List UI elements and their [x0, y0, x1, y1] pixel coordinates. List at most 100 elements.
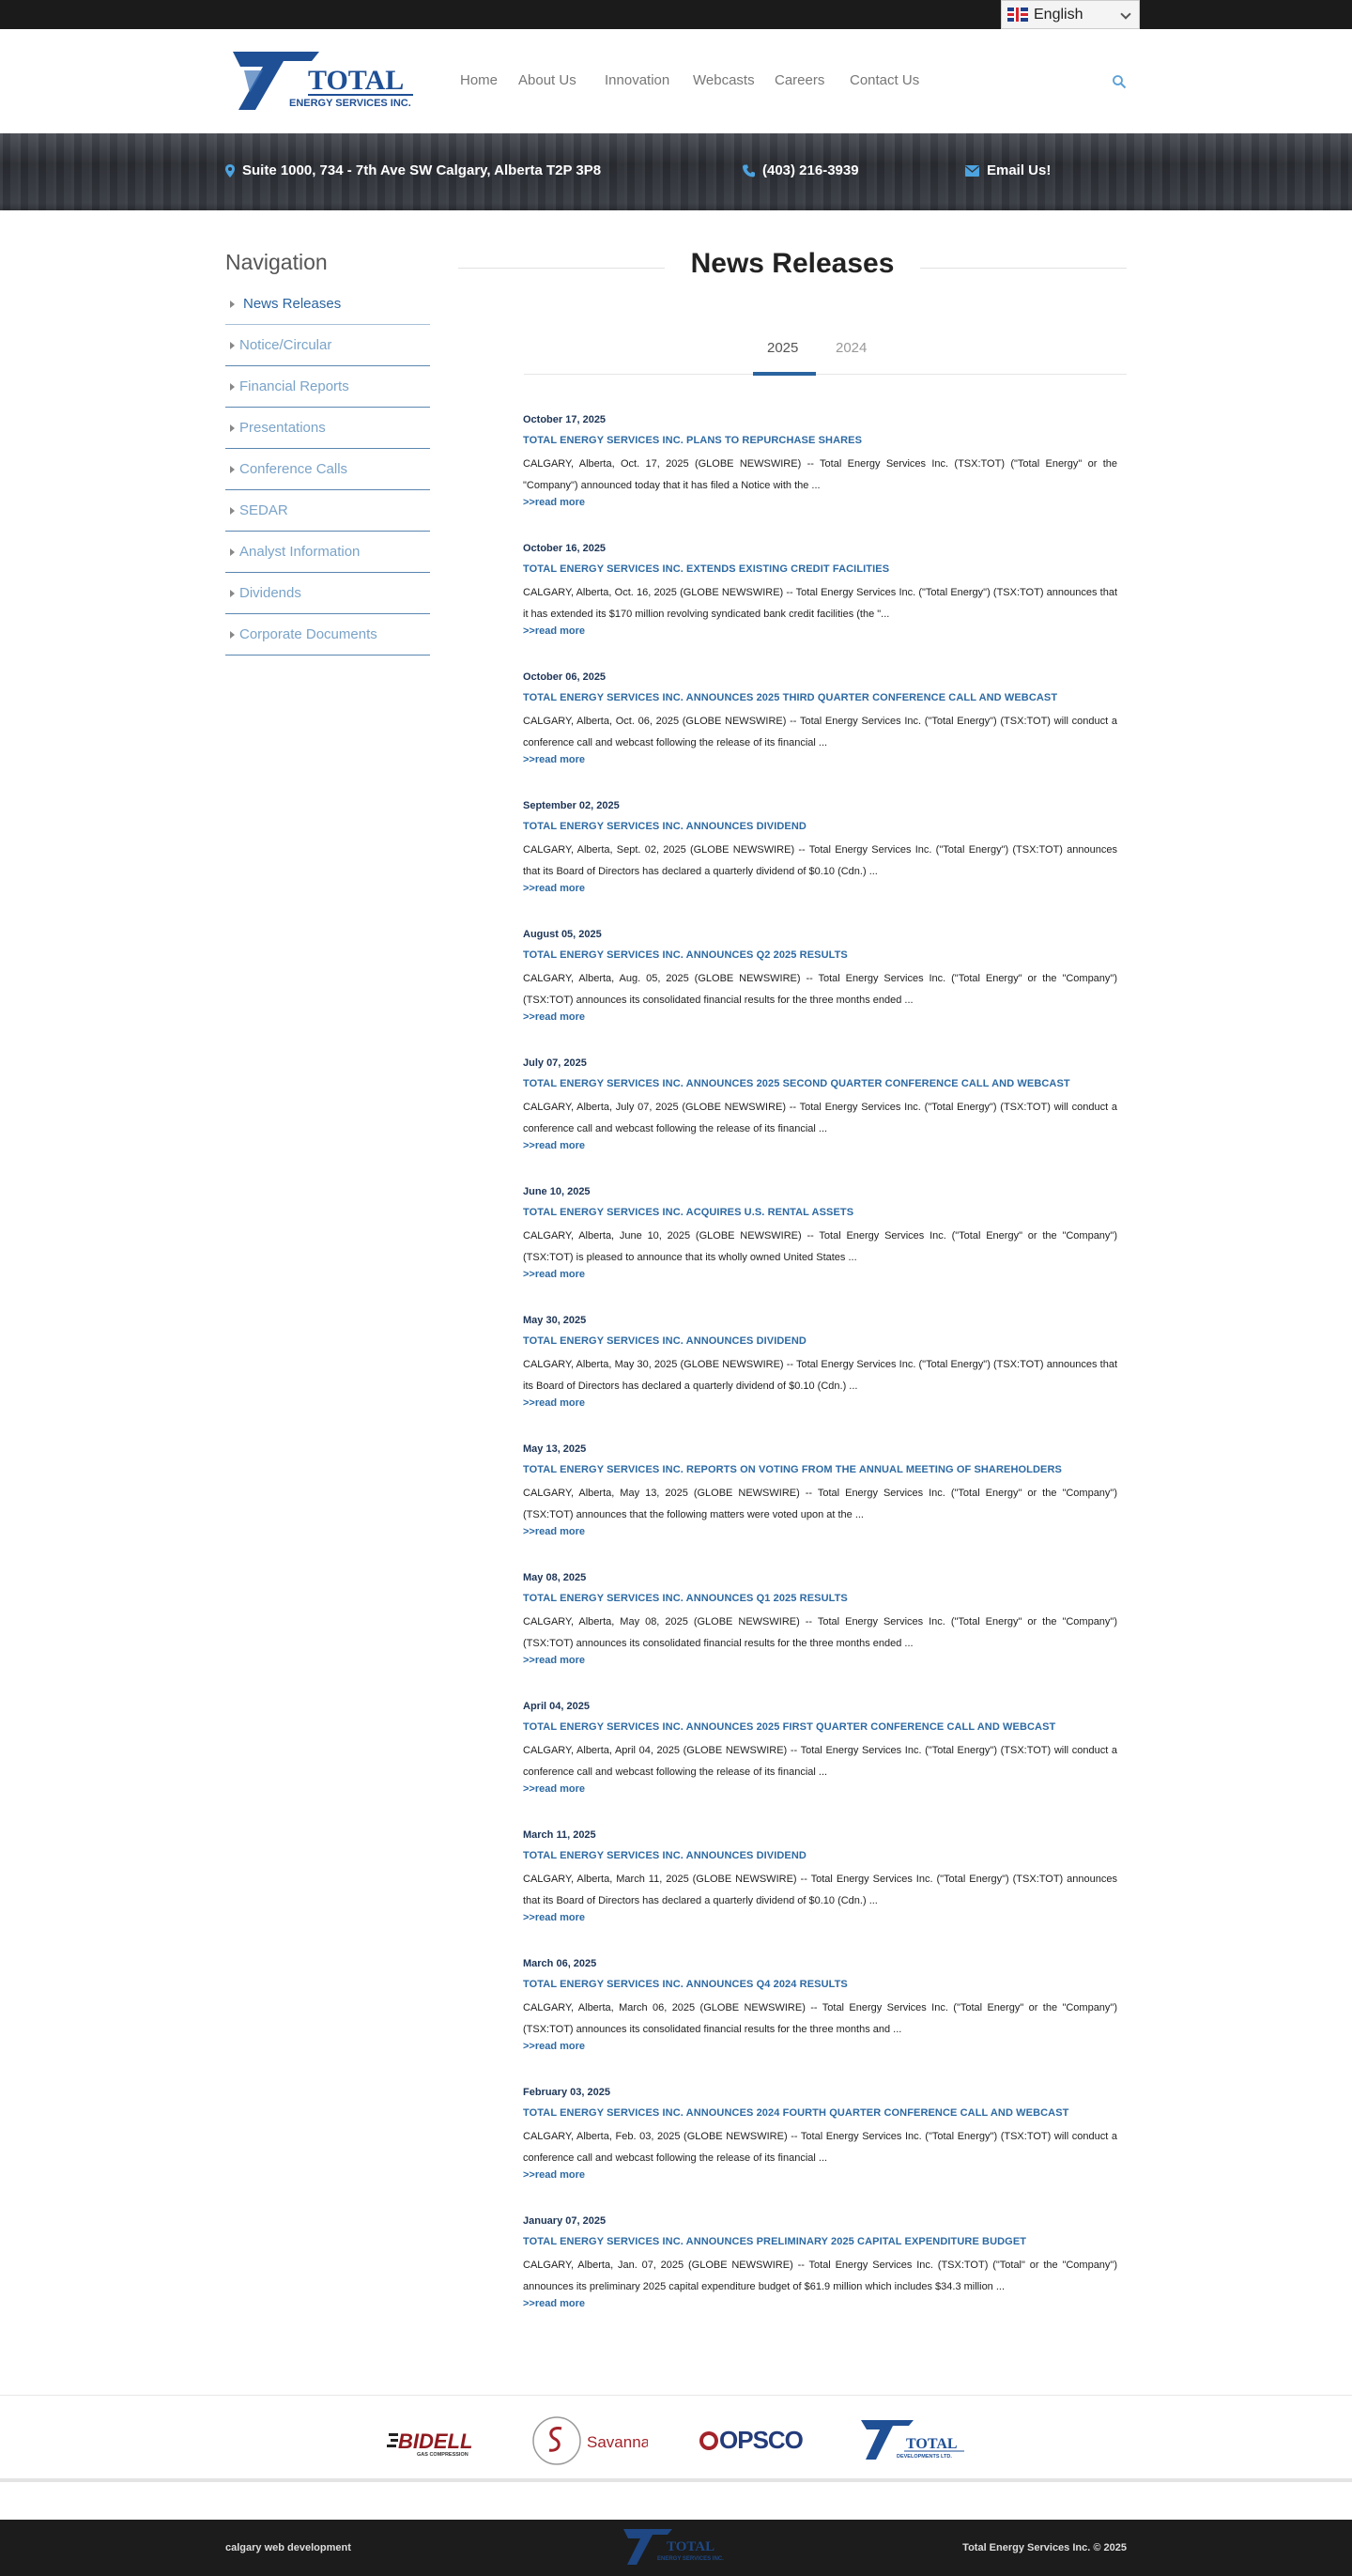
- news-item: June 10, 2025 TOTAL ENERGY SERVICES INC.…: [523, 1186, 1117, 1284]
- news-item: October 17, 2025 TOTAL ENERGY SERVICES I…: [523, 414, 1117, 512]
- news-date: March 11, 2025: [523, 1829, 596, 1841]
- contact-strip: Suite 1000, 734 - 7th Ave SW Calgary, Al…: [0, 133, 1352, 210]
- news-title-link[interactable]: TOTAL ENERGY SERVICES INC. ANNOUNCES 202…: [523, 1078, 1117, 1093]
- news-title-link[interactable]: TOTAL ENERGY SERVICES INC. EXTENDS EXIST…: [523, 563, 1117, 578]
- news-date: May 08, 2025: [523, 1572, 587, 1583]
- news-title-link[interactable]: TOTAL ENERGY SERVICES INC. ANNOUNCES DIV…: [523, 1335, 1117, 1350]
- news-item: March 11, 2025 TOTAL ENERGY SERVICES INC…: [523, 1829, 1117, 1927]
- nav-about-us[interactable]: About Us: [518, 72, 576, 88]
- logo-text: TOTAL: [308, 65, 404, 96]
- news-title-link[interactable]: TOTAL ENERGY SERVICES INC. ANNOUNCES 202…: [523, 1721, 1117, 1736]
- sidebar-item-label: Corporate Documents: [239, 626, 377, 642]
- news-title-link[interactable]: TOTAL ENERGY SERVICES INC. PLANS TO REPU…: [523, 435, 1117, 450]
- news-title-link[interactable]: TOTAL ENERGY SERVICES INC. ANNOUNCES Q2 …: [523, 949, 1117, 964]
- read-more-link[interactable]: >>read more: [523, 1397, 1117, 1412]
- sidebar-item-conference-calls[interactable]: Conference Calls: [225, 449, 430, 490]
- tabs-divider: [524, 374, 1127, 375]
- footer-logo[interactable]: TOTAL ENERGY SERVICES INC.: [620, 2527, 732, 2567]
- news-date: October 06, 2025: [523, 671, 607, 683]
- logo-subtext: ENERGY SERVICES INC.: [289, 98, 411, 109]
- sidebar-item-analyst-information[interactable]: Analyst Information: [225, 532, 430, 573]
- read-more-link[interactable]: >>read more: [523, 1912, 1117, 1927]
- news-item: August 05, 2025 TOTAL ENERGY SERVICES IN…: [523, 929, 1117, 1026]
- news-title-link[interactable]: TOTAL ENERGY SERVICES INC. ANNOUNCES Q4 …: [523, 1979, 1117, 1994]
- news-title-link[interactable]: TOTAL ENERGY SERVICES INC. ANNOUNCES PRE…: [523, 2236, 1117, 2251]
- news-summary: CALGARY, Alberta, March 06, 2025 (GLOBE …: [523, 2002, 1117, 2035]
- company-logo[interactable]: TOTAL ENERGY SERVICES INC.: [225, 48, 418, 114]
- caret-right-icon: [230, 548, 235, 556]
- phone-text: (403) 216-3939: [762, 162, 859, 178]
- sidebar-item-sedar[interactable]: SEDAR: [225, 490, 430, 532]
- search-icon[interactable]: [1112, 74, 1127, 89]
- read-more-link[interactable]: >>read more: [523, 1783, 1117, 1798]
- read-more-link[interactable]: >>read more: [523, 1140, 1117, 1155]
- chevron-down-icon: [1120, 8, 1131, 20]
- news-summary: CALGARY, Alberta, May 08, 2025 (GLOBE NE…: [523, 1616, 1117, 1649]
- news-date: October 16, 2025: [523, 543, 607, 554]
- news-title-link[interactable]: TOTAL ENERGY SERVICES INC. ANNOUNCES 202…: [523, 692, 1117, 707]
- savanna-name: Savanna: [587, 2433, 648, 2451]
- read-more-link[interactable]: >>read more: [523, 625, 1117, 640]
- read-more-link[interactable]: >>read more: [523, 2169, 1117, 2184]
- sidebar-item-financial-reports[interactable]: Financial Reports: [225, 366, 430, 408]
- news-title-link[interactable]: TOTAL ENERGY SERVICES INC. ANNOUNCES 202…: [523, 2107, 1117, 2122]
- phone[interactable]: (403) 216-3939: [743, 162, 859, 178]
- address: Suite 1000, 734 - 7th Ave SW Calgary, Al…: [225, 162, 601, 178]
- sidebar-item-label: Conference Calls: [239, 461, 348, 477]
- read-more-link[interactable]: >>read more: [523, 1526, 1117, 1541]
- nav-webcasts[interactable]: Webcasts: [693, 72, 755, 88]
- savanna-logo[interactable]: Savanna: [530, 2413, 648, 2469]
- read-more-link[interactable]: >>read more: [523, 1655, 1117, 1670]
- news-summary: CALGARY, Alberta, Sept. 02, 2025 (GLOBE …: [523, 844, 1117, 877]
- news-item: October 16, 2025 TOTAL ENERGY SERVICES I…: [523, 543, 1117, 640]
- sidebar-item-label: SEDAR: [239, 502, 288, 518]
- sidebar-item-label: Dividends: [239, 585, 301, 601]
- news-summary: CALGARY, Alberta, March 11, 2025 (GLOBE …: [523, 1874, 1117, 1906]
- sidebar-item-label: Analyst Information: [239, 544, 361, 560]
- caret-right-icon: [230, 507, 235, 515]
- read-more-link[interactable]: >>read more: [523, 754, 1117, 769]
- news-summary: CALGARY, Alberta, Feb. 03, 2025 (GLOBE N…: [523, 2131, 1117, 2164]
- opsco-logo[interactable]: OPSCO: [697, 2413, 814, 2469]
- bidell-logo[interactable]: BIDELL GAS COMPRESSION: [387, 2413, 485, 2469]
- read-more-link[interactable]: >>read more: [523, 2041, 1117, 2056]
- read-more-link[interactable]: >>read more: [523, 883, 1117, 898]
- language-label: English: [1034, 6, 1083, 23]
- sidebar-item-dividends[interactable]: Dividends: [225, 573, 430, 614]
- read-more-link[interactable]: >>read more: [523, 1011, 1117, 1026]
- phone-icon: [743, 164, 755, 177]
- caret-right-icon: [230, 383, 235, 391]
- news-title-link[interactable]: TOTAL ENERGY SERVICES INC. ANNOUNCES Q1 …: [523, 1593, 1117, 1608]
- news-summary: CALGARY, Alberta, May 13, 2025 (GLOBE NE…: [523, 1488, 1117, 1520]
- nav-innovation[interactable]: Innovation: [605, 72, 669, 88]
- news-date: May 13, 2025: [523, 1443, 587, 1455]
- sidebar-item-presentations[interactable]: Presentations: [225, 408, 430, 449]
- footer-credit-link[interactable]: calgary web development: [225, 2542, 351, 2553]
- news-date: October 17, 2025: [523, 414, 607, 425]
- site-header: TOTAL ENERGY SERVICES INC. Home About Us…: [0, 29, 1352, 133]
- nav-contact-us[interactable]: Contact Us: [850, 72, 919, 88]
- partner-logos: BIDELL GAS COMPRESSION Savanna OPSCO TOT…: [0, 2395, 1352, 2482]
- sidebar-item-notice-circular[interactable]: Notice/Circular: [225, 325, 430, 366]
- language-selector[interactable]: English: [1001, 0, 1140, 29]
- news-date: June 10, 2025: [523, 1186, 591, 1197]
- bidell-name: BIDELL: [398, 2429, 472, 2453]
- footer-logo-text: TOTAL: [667, 2539, 714, 2554]
- news-title-link[interactable]: TOTAL ENERGY SERVICES INC. ACQUIRES U.S.…: [523, 1207, 1117, 1222]
- sidebar-item-news-releases[interactable]: News Releases: [225, 284, 430, 325]
- email-label: Email Us!: [987, 162, 1052, 178]
- read-more-link[interactable]: >>read more: [523, 2298, 1117, 2313]
- tab-2024[interactable]: 2024: [836, 340, 867, 356]
- nav-careers[interactable]: Careers: [775, 72, 824, 88]
- news-title-link[interactable]: TOTAL ENERGY SERVICES INC. REPORTS ON VO…: [523, 1464, 1117, 1479]
- tab-2025[interactable]: 2025: [767, 340, 798, 356]
- nav-home[interactable]: Home: [460, 72, 498, 88]
- news-title-link[interactable]: TOTAL ENERGY SERVICES INC. ANNOUNCES DIV…: [523, 1850, 1117, 1865]
- news-item: July 07, 2025 TOTAL ENERGY SERVICES INC.…: [523, 1057, 1117, 1155]
- read-more-link[interactable]: >>read more: [523, 1269, 1117, 1284]
- total-developments-logo[interactable]: TOTAL DEVELOPMENTS LTD.: [859, 2413, 967, 2469]
- read-more-link[interactable]: >>read more: [523, 497, 1117, 512]
- news-title-link[interactable]: TOTAL ENERGY SERVICES INC. ANNOUNCES DIV…: [523, 821, 1117, 836]
- sidebar-item-corporate-documents[interactable]: Corporate Documents: [225, 614, 430, 656]
- email-link[interactable]: Email Us!: [965, 162, 1051, 178]
